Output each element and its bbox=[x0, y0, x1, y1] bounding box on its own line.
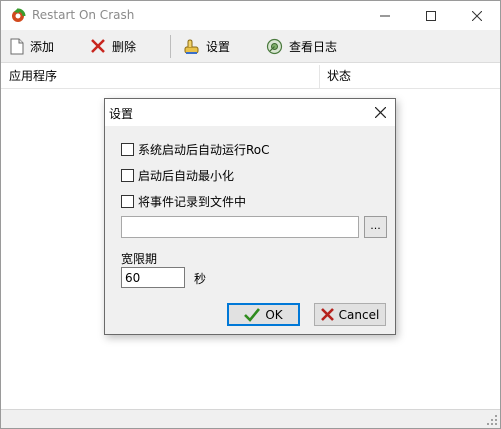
minimize-icon bbox=[380, 15, 390, 16]
cancel-button[interactable]: Cancel bbox=[314, 303, 386, 326]
minimize-button[interactable] bbox=[362, 1, 408, 30]
log-to-file-label: 将事件记录到文件中 bbox=[138, 194, 247, 209]
title-bar: Restart On Crash bbox=[1, 1, 500, 30]
window-title: Restart On Crash bbox=[32, 8, 135, 22]
ok-label: OK bbox=[265, 307, 283, 322]
minimize-option[interactable]: 启动后自动最小化 bbox=[121, 166, 234, 184]
delete-x-icon bbox=[91, 39, 105, 53]
grace-period-label: 宽限期 bbox=[121, 252, 158, 266]
close-button[interactable] bbox=[454, 1, 500, 30]
log-to-file-checkbox[interactable] bbox=[121, 194, 134, 208]
settings-hand-icon bbox=[184, 38, 199, 54]
close-icon bbox=[472, 10, 482, 21]
cancel-x-icon bbox=[320, 308, 334, 321]
autorun-checkbox[interactable] bbox=[121, 142, 134, 156]
log-path-input[interactable] bbox=[121, 216, 359, 238]
status-bar bbox=[1, 409, 500, 428]
cancel-label: Cancel bbox=[338, 307, 380, 322]
minimize-label: 启动后自动最小化 bbox=[138, 168, 235, 183]
view-log-label: 查看日志 bbox=[289, 39, 338, 54]
view-log-button[interactable]: 查看日志 bbox=[266, 30, 337, 62]
grace-period-input[interactable] bbox=[121, 267, 185, 288]
settings-button[interactable]: 设置 bbox=[183, 30, 230, 62]
dialog-title-bar: 设置 bbox=[105, 99, 395, 126]
column-header-status[interactable]: 状态 bbox=[319, 64, 500, 89]
close-icon bbox=[374, 107, 386, 118]
resize-grip-icon[interactable] bbox=[486, 414, 498, 426]
log-to-file-option[interactable]: 将事件记录到文件中 bbox=[121, 192, 246, 210]
checkmark-icon bbox=[244, 307, 261, 322]
column-header-application[interactable]: 应用程序 bbox=[1, 64, 319, 89]
browse-button[interactable]: ... bbox=[364, 216, 387, 238]
new-document-icon bbox=[10, 38, 24, 54]
ok-button[interactable]: OK bbox=[227, 303, 300, 326]
delete-label: 删除 bbox=[112, 39, 137, 54]
grace-period-unit: 秒 bbox=[194, 272, 207, 286]
dialog-close-button[interactable] bbox=[365, 99, 395, 126]
add-label: 添加 bbox=[30, 39, 55, 54]
list-header: 应用程序 状态 bbox=[1, 64, 500, 89]
maximize-button[interactable] bbox=[408, 1, 454, 30]
autorun-label: 系统启动后自动运行RoC bbox=[138, 142, 270, 157]
settings-label: 设置 bbox=[206, 39, 231, 54]
settings-dialog: 设置 系统启动后自动运行RoC 启动后自动最小化 将事件记录到文件中 ... 宽… bbox=[104, 98, 396, 335]
toolbar: 添加 删除 设置 查看日志 bbox=[1, 30, 500, 63]
add-button[interactable]: 添加 bbox=[10, 30, 54, 62]
restart-app-icon bbox=[10, 7, 26, 23]
view-log-icon bbox=[266, 38, 283, 54]
autorun-option[interactable]: 系统启动后自动运行RoC bbox=[121, 140, 270, 158]
maximize-icon bbox=[426, 10, 436, 21]
delete-button[interactable]: 删除 bbox=[90, 30, 136, 62]
dialog-title: 设置 bbox=[109, 107, 134, 121]
toolbar-separator bbox=[170, 35, 171, 58]
minimize-checkbox[interactable] bbox=[121, 168, 134, 182]
